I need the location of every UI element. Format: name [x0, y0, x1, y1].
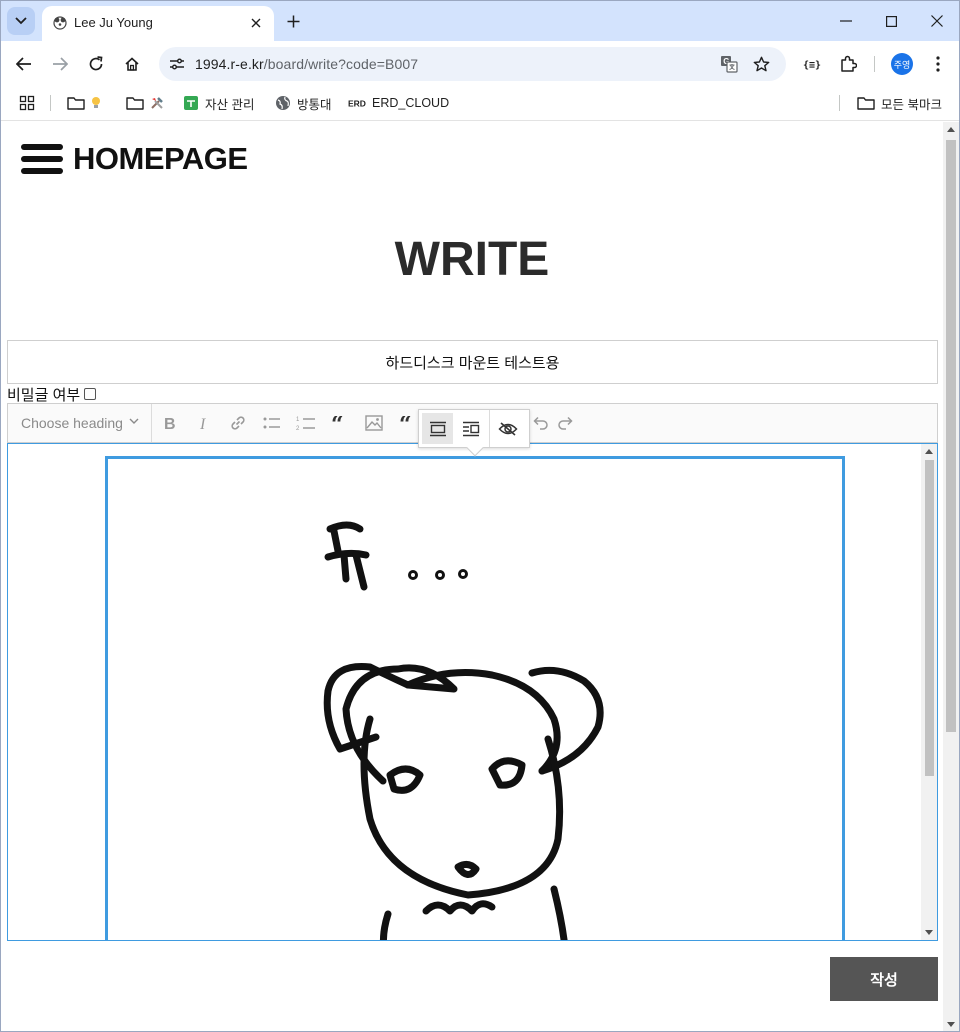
translate-icon[interactable]: G: [719, 54, 739, 74]
lightbulb-icon: [92, 97, 100, 108]
undo-icon[interactable]: [529, 412, 551, 434]
sheets-icon: [184, 96, 198, 110]
svg-text:{≡}: {≡}: [803, 60, 821, 70]
heading-dropdown-label: Choose heading: [21, 415, 123, 431]
globe-icon: [276, 96, 290, 110]
extensions-puzzle-icon[interactable]: [837, 53, 859, 75]
address-bar[interactable]: 1994.r-e.kr/board/write?code=B007 G: [159, 47, 786, 81]
bookmark-knou[interactable]: 방통대: [275, 93, 332, 113]
site-favicon-icon: [53, 16, 67, 30]
minimize-icon[interactable]: [836, 11, 856, 31]
editor-image[interactable]: [105, 456, 845, 940]
tab-title: Lee Ju Young: [74, 15, 153, 30]
apps-grid-icon[interactable]: [19, 93, 41, 113]
image-toolbar-balloon: [418, 409, 530, 457]
bookmarks-bar: 자산 관리 방통대 ERD ERD_CLOUD 모든 북마크: [1, 87, 959, 121]
scroll-up-icon[interactable]: [925, 449, 933, 454]
bookmark-label: 방통대: [297, 97, 332, 112]
maximize-icon[interactable]: [881, 11, 901, 31]
site-info-icon[interactable]: [165, 52, 189, 76]
browser-toolbar: 1994.r-e.kr/board/write?code=B007 G {≡} …: [1, 41, 959, 87]
title-input[interactable]: [7, 340, 938, 384]
tools-icon: [151, 97, 163, 109]
svg-text:I: I: [199, 416, 206, 431]
forward-icon[interactable]: [49, 53, 71, 75]
scroll-up-icon[interactable]: [947, 127, 955, 132]
svg-text:2: 2: [296, 426, 300, 431]
bookmark-label: ERD_CLOUD: [372, 96, 450, 110]
image-icon[interactable]: [363, 412, 385, 434]
redo-icon[interactable]: [555, 412, 577, 434]
profile-avatar[interactable]: 주영: [891, 53, 913, 75]
page-title: WRITE: [394, 233, 550, 286]
secret-option: 비밀글 여부: [7, 384, 97, 404]
back-icon[interactable]: [13, 53, 35, 75]
svg-text:B: B: [164, 416, 176, 431]
block-quote-icon[interactable]: “: [329, 412, 351, 434]
toolbar-divider: [874, 56, 875, 72]
page-scrollbar-thumb[interactable]: [946, 140, 956, 732]
bookmarks-divider: [50, 95, 51, 111]
browser-window: Lee Ju Young 1994.r-e.kr/board/write?cod…: [0, 0, 960, 1032]
tab-strip: Lee Ju Young: [1, 1, 959, 41]
home-icon[interactable]: [121, 53, 143, 75]
bookmarks-divider: [839, 95, 840, 111]
scroll-down-icon[interactable]: [947, 1022, 955, 1027]
svg-text:“: “: [399, 416, 412, 430]
hamburger-menu-icon[interactable]: [21, 144, 63, 174]
svg-text:ERD: ERD: [348, 99, 366, 109]
new-tab-icon[interactable]: [283, 11, 303, 31]
bookmark-label: 자산 관리: [205, 97, 255, 112]
dog-drawing-image: [323, 521, 604, 940]
tab-search-button[interactable]: [7, 7, 35, 35]
editor-content-area[interactable]: [7, 443, 938, 941]
secret-checkbox[interactable]: [84, 388, 97, 400]
full-size-image-icon[interactable]: [422, 413, 453, 444]
url-path: /board/write?code=B007: [263, 56, 419, 72]
folder-icon: [67, 97, 85, 110]
page-content: HOMEPAGE WRITE 비밀글 여부 Choose heading B I: [1, 122, 943, 1031]
heading-dropdown[interactable]: Choose heading: [8, 404, 152, 442]
reload-icon[interactable]: [85, 53, 107, 75]
bold-icon[interactable]: B: [159, 412, 181, 434]
bulleted-list-icon[interactable]: [261, 412, 283, 434]
bookmark-star-icon[interactable]: [751, 54, 771, 74]
folder-icon: [126, 97, 144, 110]
close-tab-icon[interactable]: [246, 13, 266, 33]
page-scrollbar[interactable]: [943, 122, 959, 1031]
editor-scrollbar[interactable]: [921, 444, 937, 940]
italic-icon[interactable]: I: [193, 412, 215, 434]
numbered-list-icon[interactable]: 12: [295, 412, 317, 434]
erd-icon: ERD: [348, 99, 366, 109]
active-tab[interactable]: Lee Ju Young: [42, 6, 274, 41]
svg-text:1: 1: [296, 417, 300, 423]
editor-scrollbar-thumb[interactable]: [925, 460, 934, 776]
url-host: 1994.r-e.kr: [195, 56, 264, 72]
url-text: 1994.r-e.kr/board/write?code=B007: [195, 56, 418, 72]
quote-icon[interactable]: “: [397, 412, 419, 434]
bookmark-asset[interactable]: 자산 관리: [183, 93, 254, 113]
chevron-down-icon: [129, 418, 139, 424]
alt-text-icon[interactable]: [490, 410, 526, 447]
all-bookmarks-label: 모든 북마크: [881, 97, 942, 112]
extension-json-icon[interactable]: {≡}: [801, 53, 823, 75]
scroll-down-icon[interactable]: [925, 930, 933, 935]
bookmark-folder-ideas[interactable]: [67, 93, 107, 113]
bookmark-erd-cloud[interactable]: ERD ERD_CLOUD: [348, 93, 449, 113]
folder-icon: [857, 97, 875, 110]
site-logo[interactable]: HOMEPAGE: [21, 141, 248, 177]
side-image-icon[interactable]: [453, 410, 489, 447]
all-bookmarks[interactable]: 모든 북마크: [857, 93, 942, 113]
link-icon[interactable]: [227, 412, 249, 434]
kebab-menu-icon[interactable]: [927, 53, 949, 75]
svg-text:“: “: [331, 416, 344, 430]
secret-label: 비밀글 여부: [7, 386, 81, 404]
submit-button[interactable]: 작성: [830, 957, 938, 1001]
chevron-down-icon: [15, 17, 27, 25]
bookmark-folder-tools[interactable]: [126, 93, 170, 113]
logo-text: HOMEPAGE: [73, 141, 248, 176]
close-window-icon[interactable]: [927, 11, 947, 31]
